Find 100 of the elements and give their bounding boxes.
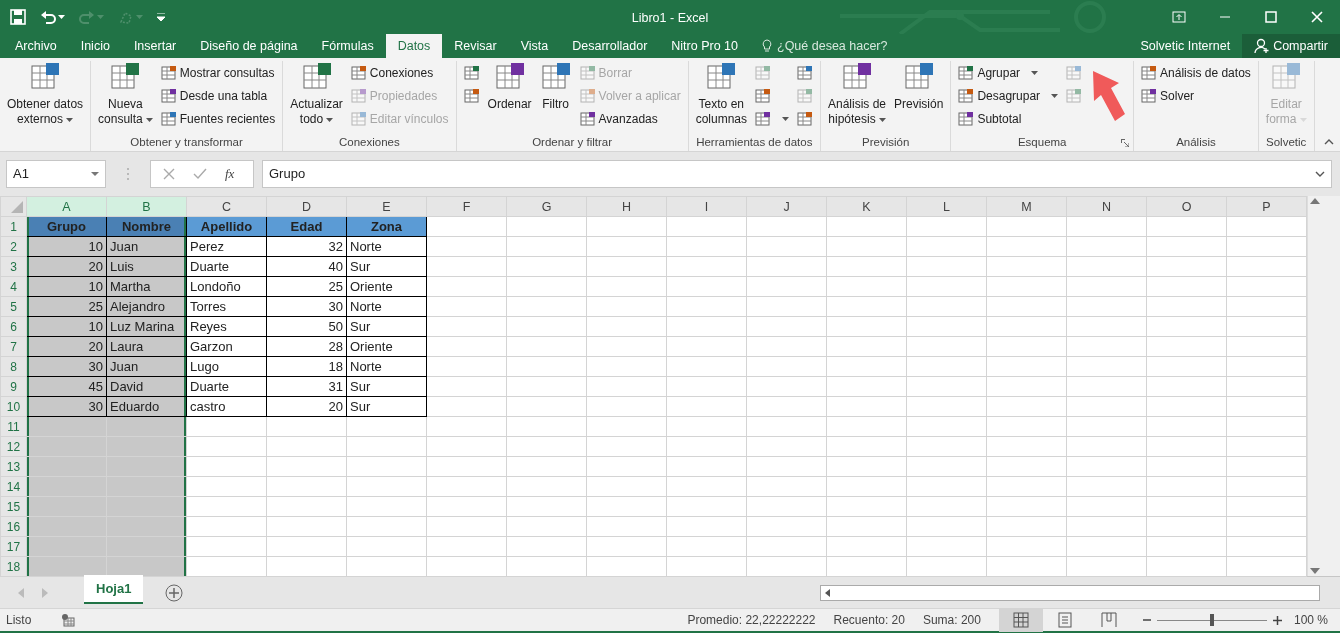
- column-header[interactable]: O: [1146, 196, 1227, 217]
- ribbon-tab[interactable]: Desarrollador: [560, 34, 660, 58]
- ribbon-button[interactable]: Previsión: [891, 61, 947, 135]
- ribbon-tab[interactable]: Fórmulas: [309, 34, 386, 58]
- column-header[interactable]: B: [106, 196, 187, 217]
- row-header[interactable]: 13: [0, 456, 27, 477]
- caret-icon[interactable]: [58, 15, 65, 19]
- row-header[interactable]: 3: [0, 256, 27, 277]
- caret-icon[interactable]: [145, 117, 153, 122]
- zoom-level[interactable]: 100 %: [1293, 611, 1328, 629]
- row-header[interactable]: 1: [0, 216, 27, 237]
- view-button[interactable]: [998, 608, 1043, 632]
- ribbon-button[interactable]: Obtener datos externos: [4, 61, 87, 135]
- row-header[interactable]: 7: [0, 336, 27, 357]
- ribbon-button[interactable]: Texto en columnas: [692, 61, 750, 135]
- row-header[interactable]: 15: [0, 496, 27, 517]
- ribbon-button[interactable]: Mostrar consultas: [157, 61, 279, 84]
- row-header[interactable]: 9: [0, 376, 27, 397]
- column-header[interactable]: L: [906, 196, 987, 217]
- row-header[interactable]: 5: [0, 296, 27, 317]
- ribbon-button[interactable]: Conexiones: [347, 61, 452, 84]
- check-icon[interactable]: [193, 168, 207, 180]
- page-layout-icon: [1056, 612, 1073, 628]
- ribbon-button[interactable]: Desde una tabla: [157, 84, 279, 107]
- row-header[interactable]: 12: [0, 436, 27, 457]
- scroll-up-icon[interactable]: [1310, 198, 1320, 204]
- caret-icon[interactable]: [1051, 93, 1059, 98]
- ribbon-button[interactable]: Subtotal: [955, 107, 1062, 130]
- ribbon-button[interactable]: Agrupar: [955, 61, 1062, 84]
- scroll-down-icon[interactable]: [1310, 568, 1320, 574]
- table-cell: Duarte: [186, 256, 267, 277]
- ribbon-button[interactable]: Análisis de datos: [1138, 61, 1254, 84]
- ribbon-button[interactable]: Filtro: [536, 61, 575, 135]
- search-field[interactable]: ¿Qué desea hacer?: [775, 35, 925, 57]
- column-header[interactable]: D: [266, 196, 347, 217]
- vertical-scrollbar[interactable]: [1307, 196, 1340, 576]
- row-header[interactable]: 11: [0, 416, 27, 437]
- column-header[interactable]: C: [186, 196, 267, 217]
- ribbon-tab[interactable]: Insertar: [121, 34, 189, 58]
- ribbon-tab[interactable]: Vista: [508, 34, 561, 58]
- caret-icon[interactable]: [66, 117, 74, 122]
- formula-field[interactable]: Grupo: [262, 160, 1332, 188]
- row-header[interactable]: 10: [0, 396, 27, 417]
- row-header[interactable]: 6: [0, 316, 27, 337]
- maximize-icon[interactable]: [1264, 10, 1278, 24]
- column-header[interactable]: G: [506, 196, 587, 217]
- column-header[interactable]: F: [426, 196, 507, 217]
- table-icon: [350, 64, 367, 81]
- caret-icon[interactable]: [1031, 70, 1039, 75]
- add-sheet-icon[interactable]: [165, 583, 184, 602]
- ribbon-tab[interactable]: Inicio: [68, 34, 122, 58]
- column-header[interactable]: E: [346, 196, 427, 217]
- zoom-in-icon[interactable]: [1272, 615, 1282, 625]
- ribbon-tab[interactable]: Diseño de página: [188, 34, 310, 58]
- ribbon-button[interactable]: Desagrupar: [955, 84, 1062, 107]
- ribbon-tab[interactable]: Nitro Pro 10: [659, 34, 750, 58]
- sheet-tab[interactable]: Hoja1: [84, 574, 144, 605]
- caret-icon[interactable]: [326, 117, 334, 122]
- undo-icon[interactable]: [40, 9, 56, 25]
- ribbon-tab[interactable]: Datos: [385, 34, 443, 58]
- dialog-launcher-icon[interactable]: [1121, 139, 1130, 147]
- expand-icon[interactable]: [1315, 171, 1325, 177]
- zoom-out-icon[interactable]: [1142, 616, 1151, 624]
- ribbon-button[interactable]: Avanzadas: [576, 107, 684, 130]
- ribbon-display-icon[interactable]: [1172, 10, 1186, 24]
- ribbon-button[interactable]: Nueva consulta: [95, 61, 156, 135]
- customize-icon[interactable]: [157, 13, 165, 21]
- row-header[interactable]: 14: [0, 476, 27, 497]
- column-header[interactable]: J: [746, 196, 827, 217]
- column-header[interactable]: I: [666, 196, 747, 217]
- save-icon[interactable]: [10, 9, 26, 25]
- ribbon-button[interactable]: Fuentes recientes: [157, 107, 279, 130]
- row-header[interactable]: 16: [0, 516, 27, 537]
- share-button[interactable]: Compartir: [1242, 34, 1340, 58]
- ribbon-button[interactable]: Análisis de hipótesis: [825, 61, 889, 135]
- horizontal-scrollbar[interactable]: [820, 584, 1320, 601]
- ribbon-button[interactable]: Ordenar: [484, 61, 535, 135]
- ribbon-tab[interactable]: Revisar: [442, 34, 509, 58]
- row-header[interactable]: 8: [0, 356, 27, 377]
- ribbon-tab[interactable]: Archivo: [3, 34, 69, 58]
- caret-icon[interactable]: [878, 117, 886, 122]
- row-header[interactable]: 4: [0, 276, 27, 297]
- insert-function-button[interactable]: fx: [225, 164, 235, 184]
- row-header[interactable]: 17: [0, 536, 27, 557]
- macro-record-icon[interactable]: [61, 613, 76, 627]
- row-header[interactable]: 2: [0, 236, 27, 257]
- ribbon-button[interactable]: Actualizar todo: [287, 61, 346, 135]
- column-header[interactable]: H: [586, 196, 667, 217]
- close-icon[interactable]: [1310, 10, 1324, 24]
- slider-thumb[interactable]: [1209, 614, 1214, 626]
- ribbon-button[interactable]: Solver: [1138, 84, 1254, 107]
- column-header[interactable]: M: [986, 196, 1067, 217]
- column-header[interactable]: A: [26, 196, 107, 217]
- column-header[interactable]: P: [1226, 196, 1307, 217]
- collapse-icon[interactable]: [1324, 139, 1334, 145]
- row-header[interactable]: 18: [0, 556, 27, 577]
- caret-icon[interactable]: [782, 116, 789, 121]
- name-box[interactable]: A1: [6, 160, 106, 188]
- column-header[interactable]: K: [826, 196, 907, 217]
- column-header[interactable]: N: [1066, 196, 1147, 217]
